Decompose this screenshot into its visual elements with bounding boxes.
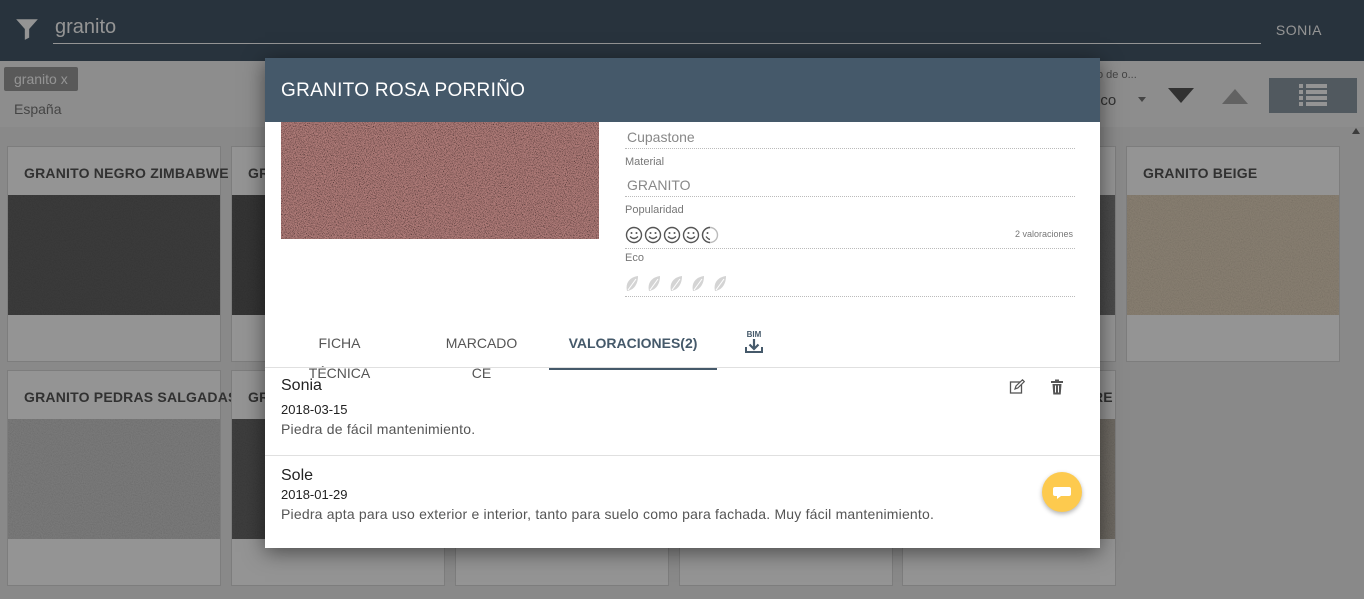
review-date: 2018-03-15 xyxy=(281,402,348,417)
bim-label: BIM xyxy=(747,330,762,339)
edit-icon[interactable] xyxy=(1009,379,1025,395)
product-detail-modal: GRANITO ROSA PORRIÑO Cupastone Material … xyxy=(265,58,1100,548)
leaf-icon xyxy=(626,276,638,291)
tab-marcado-ce[interactable]: MARCADO CE xyxy=(438,328,525,381)
add-comment-button[interactable] xyxy=(1042,472,1082,512)
smiley-icon[interactable] xyxy=(644,226,662,244)
tab-valoraciones[interactable]: VALORACIONES(2) xyxy=(549,328,717,370)
smiley-icon[interactable] xyxy=(663,226,681,244)
leaf-icon xyxy=(648,276,660,291)
tabs-divider xyxy=(265,367,1100,368)
review-divider xyxy=(265,455,1100,456)
smiley-icon[interactable] xyxy=(701,226,719,244)
leaf-icon xyxy=(670,276,682,291)
bim-download-icon[interactable]: BIM xyxy=(743,330,765,354)
comment-icon xyxy=(1053,487,1071,499)
material-value: GRANITO xyxy=(625,173,1075,197)
eco-rating xyxy=(625,272,1075,297)
stone-image xyxy=(281,122,599,239)
supplier-value: Cupastone xyxy=(625,125,1075,149)
delete-icon[interactable] xyxy=(1050,379,1064,395)
tab-ficha-tecnica[interactable]: FICHA TÉCNICA xyxy=(289,328,390,381)
leaf-icon xyxy=(692,276,704,291)
material-label: Material xyxy=(625,156,665,168)
review-author: Sonia xyxy=(281,377,322,394)
review-date: 2018-01-29 xyxy=(281,487,348,502)
popularity-rating[interactable]: 2 valoraciones xyxy=(625,224,1075,249)
eco-label: Eco xyxy=(625,252,644,264)
review-text: Piedra de fácil mantenimiento. xyxy=(281,421,476,437)
smiley-icon[interactable] xyxy=(682,226,700,244)
review-text: Piedra apta para uso exterior e interior… xyxy=(281,506,935,522)
modal-header: GRANITO ROSA PORRIÑO xyxy=(265,58,1100,122)
review-author: Sole xyxy=(281,467,314,484)
modal-title: GRANITO ROSA PORRIÑO xyxy=(281,80,526,101)
smiley-icon[interactable] xyxy=(625,226,643,244)
ratings-count: 2 valoraciones xyxy=(1014,229,1073,239)
popularity-label: Popularidad xyxy=(625,204,684,216)
leaf-icon xyxy=(714,276,726,291)
